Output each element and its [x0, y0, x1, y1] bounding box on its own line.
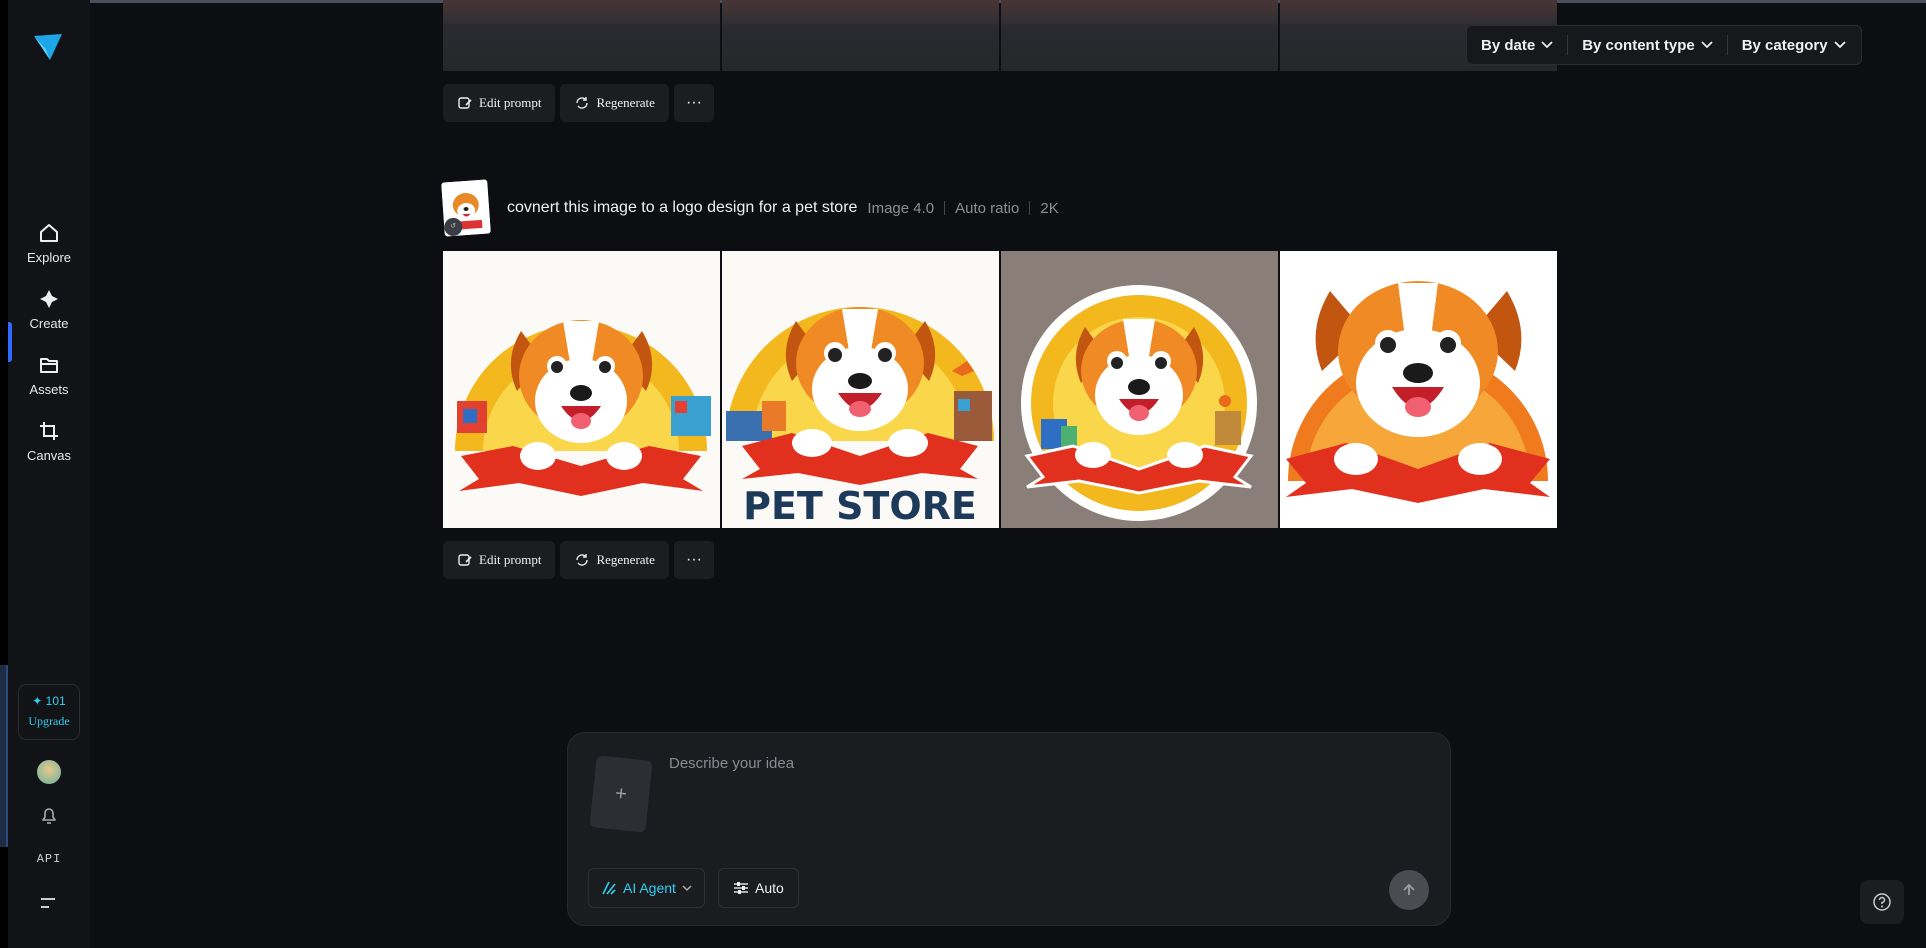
edit-icon: [458, 97, 472, 109]
generated-image-2[interactable]: PET STORE: [722, 251, 999, 528]
edit-icon: [458, 554, 472, 566]
filter-by-content-type-label: By content type: [1582, 36, 1695, 54]
sliders-icon: [734, 882, 748, 894]
generated-images: PET STORE: [443, 251, 1557, 528]
refresh-icon: [576, 97, 589, 109]
auto-label: Auto: [755, 880, 784, 896]
more-options-button[interactable]: ···: [673, 84, 714, 122]
ai-agent-icon: [602, 881, 616, 895]
edit-prompt-label: Edit prompt: [479, 552, 542, 567]
prompt-input[interactable]: Describe your idea: [669, 755, 794, 772]
previous-image[interactable]: [722, 0, 999, 71]
app-root: Explore Create Assets Canvas ✦ 101 Upgra…: [0, 0, 1926, 948]
filter-by-content-type[interactable]: By content type: [1568, 26, 1727, 64]
dog-logo-badge-image: [1001, 251, 1278, 528]
sidebar: Explore Create Assets Canvas ✦ 101 Upgra…: [8, 0, 90, 948]
filter-by-category-label: By category: [1741, 36, 1828, 54]
resolution: 2K: [1040, 199, 1059, 217]
refresh-icon: [576, 554, 589, 566]
brand-logo-icon[interactable]: [32, 32, 64, 62]
avatar[interactable]: [37, 760, 61, 784]
edit-prompt-button[interactable]: Edit prompt: [443, 541, 556, 579]
help-icon: [1873, 893, 1891, 911]
pet-store-caption: PET STORE: [743, 484, 977, 528]
regenerate-label: Regenerate: [596, 95, 655, 110]
arrow-up-icon: [1403, 883, 1415, 895]
model-name: Image 4.0: [867, 199, 935, 217]
nav-canvas[interactable]: Canvas: [8, 420, 90, 463]
nav-explore-label: Explore: [26, 250, 72, 265]
previous-generation-actions: Edit prompt Regenerate ···: [443, 84, 714, 122]
send-button[interactable]: [1389, 870, 1429, 910]
filter-bar: By date By content type By category: [1466, 25, 1862, 65]
help-button[interactable]: [1860, 880, 1904, 924]
crop-icon: [40, 422, 58, 440]
previous-image[interactable]: [443, 0, 720, 71]
filter-by-date[interactable]: By date: [1467, 26, 1567, 64]
meta-divider: [1029, 201, 1031, 215]
nav-explore[interactable]: Explore: [8, 222, 90, 265]
dog-logo-simple-image: [1280, 251, 1557, 528]
credits-count: ✦ 101: [32, 694, 66, 708]
nav-canvas-label: Canvas: [26, 448, 72, 463]
bell-icon[interactable]: [38, 804, 60, 826]
generated-image-4[interactable]: [1280, 251, 1557, 528]
folder-icon: [40, 358, 58, 373]
filter-by-category[interactable]: By category: [1728, 26, 1860, 64]
dog-logo-image: [443, 251, 720, 528]
side-panel-handle[interactable]: [0, 665, 8, 847]
sparkle-icon: [40, 290, 58, 308]
aspect-ratio: Auto ratio: [955, 199, 1020, 217]
dog-logo-pet-store-image: PET STORE: [722, 251, 999, 528]
chevron-down-icon: [1833, 41, 1846, 49]
regenerate-label: Regenerate: [596, 552, 655, 567]
upgrade-label: Upgrade: [28, 714, 70, 728]
filter-by-date-label: By date: [1481, 36, 1536, 54]
api-link[interactable]: API: [8, 852, 90, 866]
generated-image-3[interactable]: [1001, 251, 1278, 528]
meta-divider: [944, 201, 946, 215]
upgrade-card[interactable]: ✦ 101 Upgrade: [18, 684, 80, 740]
add-reference-button[interactable]: +: [589, 755, 653, 833]
menu-icon[interactable]: [40, 896, 58, 910]
regenerate-button[interactable]: Regenerate: [560, 541, 669, 579]
home-icon: [40, 224, 58, 242]
chevron-down-icon: [682, 884, 692, 891]
generation-header: ↺ covnert this image to a logo design fo…: [441, 179, 1059, 237]
edit-prompt-label: Edit prompt: [479, 95, 542, 110]
nav-assets-label: Assets: [29, 382, 69, 397]
chevron-down-icon: [1701, 41, 1713, 49]
previous-image[interactable]: [1001, 0, 1278, 71]
regenerate-button[interactable]: Regenerate: [560, 84, 669, 122]
prompt-text[interactable]: covnert this image to a logo design for …: [507, 199, 857, 217]
reference-image-thumbnail[interactable]: ↺: [441, 179, 491, 237]
ai-agent-label: AI Agent: [623, 880, 676, 896]
more-options-button[interactable]: ···: [673, 541, 714, 579]
nav-create-label: Create: [29, 316, 69, 331]
generated-image-1[interactable]: [443, 251, 720, 528]
ai-agent-dropdown[interactable]: AI Agent: [588, 868, 705, 908]
nav-create[interactable]: Create: [8, 288, 90, 331]
prompt-composer: + Describe your idea AI Agent Auto: [567, 732, 1451, 926]
generation-actions: Edit prompt Regenerate ···: [443, 541, 714, 579]
chevron-down-icon: [1541, 41, 1553, 49]
previous-generation-images: [443, 0, 1557, 71]
nav-assets[interactable]: Assets: [8, 354, 90, 397]
edit-prompt-button[interactable]: Edit prompt: [443, 84, 556, 122]
generation-meta: Image 4.0 Auto ratio 2K: [867, 200, 1058, 217]
settings-auto-button[interactable]: Auto: [718, 868, 799, 908]
